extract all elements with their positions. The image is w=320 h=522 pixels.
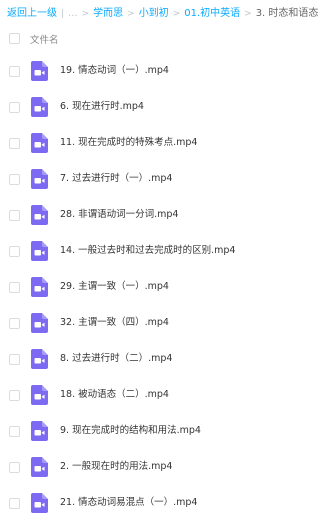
file-row[interactable]: 6. 现在进行时.mp4 xyxy=(0,90,320,126)
file-row[interactable]: 2. 一般现在时的用法.mp4 xyxy=(0,450,320,486)
file-row[interactable]: 11. 现在完成时的特殊考点.mp4 xyxy=(0,126,320,162)
file-checkbox[interactable] xyxy=(9,282,20,293)
breadcrumb-ellipsis[interactable]: ... xyxy=(68,6,78,22)
file-checkbox[interactable] xyxy=(9,426,20,437)
file-row[interactable]: 14. 一般过去时和过去完成时的区别.mp4 xyxy=(0,234,320,270)
video-file-icon xyxy=(31,457,48,477)
breadcrumb-item-xueersi[interactable]: 学而思 xyxy=(93,6,123,22)
video-file-icon xyxy=(31,133,48,153)
file-list: 19. 情态动词（一）.mp4 6. 现在进行时.mp4 11. 现在完成时的特殊考… xyxy=(0,54,320,522)
file-name[interactable]: 14. 一般过去时和过去完成时的区别.mp4 xyxy=(60,244,235,258)
file-row[interactable]: 32. 主谓一致（四）.mp4 xyxy=(0,306,320,342)
file-row[interactable]: 29. 主谓一致（一）.mp4 xyxy=(0,270,320,306)
file-list-header: 文件名 xyxy=(0,28,320,50)
file-row[interactable]: 21. 情态动词易混点（一）.mp4 xyxy=(0,486,320,522)
video-file-icon xyxy=(31,493,48,513)
breadcrumb-item-english[interactable]: 01.初中英语 xyxy=(184,6,240,22)
file-checkbox[interactable] xyxy=(9,318,20,329)
file-checkbox[interactable] xyxy=(9,174,20,185)
file-name[interactable]: 28. 非谓语动词一分词.mp4 xyxy=(60,208,178,222)
file-checkbox[interactable] xyxy=(9,462,20,473)
file-checkbox[interactable] xyxy=(9,210,20,221)
file-name[interactable]: 6. 现在进行时.mp4 xyxy=(60,100,144,114)
file-name[interactable]: 32. 主谓一致（四）.mp4 xyxy=(60,316,169,330)
file-checkbox[interactable] xyxy=(9,354,20,365)
file-name[interactable]: 11. 现在完成时的特殊考点.mp4 xyxy=(60,136,197,150)
file-name[interactable]: 2. 一般现在时的用法.mp4 xyxy=(60,460,172,474)
breadcrumb-current: 3. 时态和语态 xyxy=(255,8,319,19)
video-file-icon xyxy=(31,421,48,441)
video-file-icon xyxy=(31,61,48,81)
video-file-icon xyxy=(31,277,48,297)
video-file-icon xyxy=(31,97,48,117)
file-row[interactable]: 9. 现在完成时的结构和用法.mp4 xyxy=(0,414,320,450)
video-file-icon xyxy=(31,205,48,225)
select-all-checkbox[interactable] xyxy=(9,33,20,44)
file-name[interactable]: 18. 被动语态（二）.mp4 xyxy=(60,388,169,402)
video-file-icon xyxy=(31,169,48,189)
file-row[interactable]: 7. 过去进行时（一）.mp4 xyxy=(0,162,320,198)
video-file-icon xyxy=(31,385,48,405)
video-file-icon xyxy=(31,313,48,333)
breadcrumb-chevron-icon: > xyxy=(172,9,181,19)
video-file-icon xyxy=(31,241,48,261)
breadcrumb: 返回上一级 | ... > 学而思 > 小到初 > 01.初中英语 > 3. 时… xyxy=(7,6,320,22)
breadcrumb-item-xiaodaochu[interactable]: 小到初 xyxy=(139,6,169,22)
file-name[interactable]: 29. 主谓一致（一）.mp4 xyxy=(60,280,169,294)
file-checkbox[interactable] xyxy=(9,66,20,77)
column-header-filename[interactable]: 文件名 xyxy=(30,32,59,46)
file-row[interactable]: 28. 非谓语动词一分词.mp4 xyxy=(0,198,320,234)
file-row[interactable]: 8. 过去进行时（二）.mp4 xyxy=(0,342,320,378)
file-checkbox[interactable] xyxy=(9,390,20,401)
file-row[interactable]: 18. 被动语态（二）.mp4 xyxy=(0,378,320,414)
back-link[interactable]: 返回上一级 xyxy=(7,6,57,22)
file-name[interactable]: 19. 情态动词（一）.mp4 xyxy=(60,64,169,78)
file-checkbox[interactable] xyxy=(9,102,20,113)
video-file-icon xyxy=(31,349,48,369)
breadcrumb-chevron-icon: > xyxy=(127,9,135,19)
file-name[interactable]: 7. 过去进行时（一）.mp4 xyxy=(60,172,172,186)
file-checkbox[interactable] xyxy=(9,246,20,257)
breadcrumb-chevron-icon: > xyxy=(244,9,252,19)
breadcrumb-chevron-icon: > xyxy=(81,9,90,19)
file-row[interactable]: 19. 情态动词（一）.mp4 xyxy=(0,54,320,90)
file-checkbox[interactable] xyxy=(9,138,20,149)
breadcrumb-separator: | xyxy=(61,9,65,19)
file-name[interactable]: 9. 现在完成时的结构和用法.mp4 xyxy=(60,424,201,438)
file-checkbox[interactable] xyxy=(9,498,20,509)
file-name[interactable]: 8. 过去进行时（二）.mp4 xyxy=(60,352,172,366)
